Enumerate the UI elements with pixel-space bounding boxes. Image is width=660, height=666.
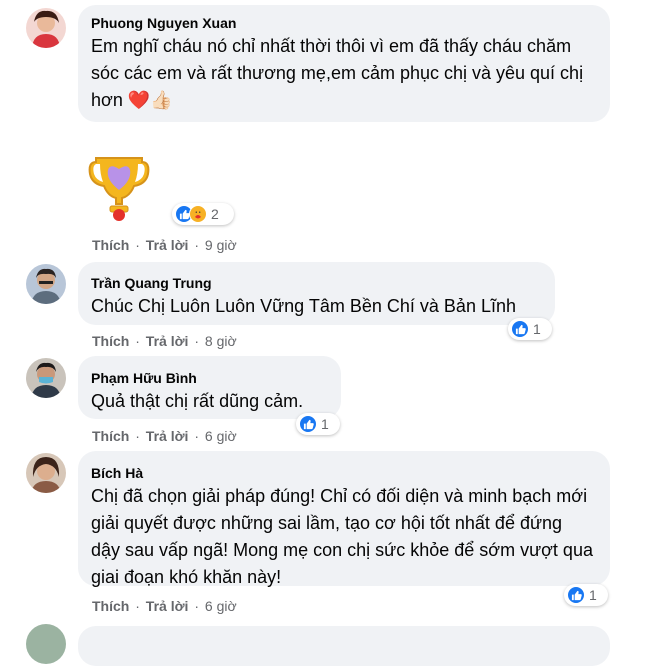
comment-timestamp[interactable]: 8 giờ — [205, 333, 237, 349]
like-link[interactable]: Thích — [92, 333, 129, 349]
comment-text: Chúc Chị Luôn Luôn Vững Tâm Bền Chí và B… — [91, 296, 516, 316]
avatar[interactable] — [26, 358, 66, 398]
trophy-heart-sticker — [86, 152, 152, 222]
avatar[interactable] — [26, 8, 66, 48]
reply-link[interactable]: Trả lời — [146, 333, 189, 349]
comment-text: Em nghĩ cháu nó chỉ nhất thời thôi vì em… — [91, 33, 596, 114]
comment-actions: Thích · Trả lời · 6 giờ — [92, 428, 237, 444]
like-link[interactable]: Thích — [92, 598, 129, 614]
comment-actions: Thích · Trả lời · 6 giờ — [92, 598, 237, 614]
comment-author[interactable]: Trần Quang Trung — [91, 275, 212, 291]
care-reaction-icon — [189, 205, 207, 223]
reaction-summary[interactable]: 1 — [508, 318, 552, 340]
reaction-summary[interactable]: 2 — [172, 203, 234, 225]
reaction-summary[interactable]: 1 — [564, 584, 608, 606]
like-reaction-icon — [567, 586, 585, 604]
reply-link[interactable]: Trả lời — [146, 598, 189, 614]
avatar[interactable] — [26, 453, 66, 493]
avatar[interactable] — [26, 264, 66, 304]
comment-timestamp[interactable]: 6 giờ — [205, 428, 237, 444]
comment-author[interactable]: Phạm Hữu Bình — [91, 370, 197, 386]
avatar[interactable] — [26, 624, 66, 664]
comment-timestamp[interactable]: 6 giờ — [205, 598, 237, 614]
like-link[interactable]: Thích — [92, 428, 129, 444]
reaction-count: 1 — [533, 321, 541, 337]
reply-link[interactable]: Trả lời — [146, 428, 189, 444]
comment-text: Chị đã chọn giải pháp đúng! Chỉ có đối d… — [91, 486, 593, 587]
reply-link[interactable]: Trả lời — [146, 237, 189, 253]
comment-actions: Thích · Trả lời · 8 giờ — [92, 333, 237, 349]
reaction-summary[interactable]: 1 — [296, 413, 340, 435]
like-link[interactable]: Thích — [92, 237, 129, 253]
comment-text: Quả thật chị rất dũng cảm. — [91, 391, 304, 411]
comment-author[interactable]: Phuong Nguyen Xuan — [91, 15, 236, 31]
comment-timestamp[interactable]: 9 giờ — [205, 237, 237, 253]
comment-bubble — [78, 626, 610, 666]
like-reaction-icon — [299, 415, 317, 433]
reaction-count: 2 — [211, 206, 219, 222]
reaction-count: 1 — [589, 587, 597, 603]
emoji-heart-thumbs-icon: ❤️👍🏻 — [127, 90, 173, 110]
like-reaction-icon — [511, 320, 529, 338]
comment-author[interactable]: Bích Hà — [91, 465, 143, 481]
reaction-count: 1 — [321, 416, 329, 432]
comment-actions: Thích · Trả lời · 9 giờ — [92, 237, 237, 253]
